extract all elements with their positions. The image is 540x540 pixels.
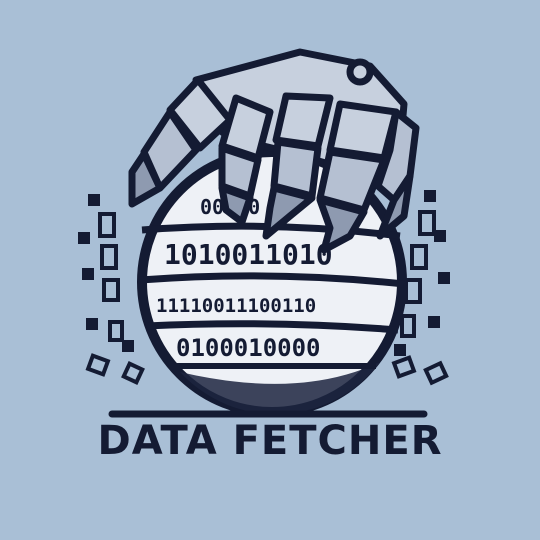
logo: 00100 1010011010 11110011100110 01000100… xyxy=(0,0,540,540)
binary-row: 0100010000 xyxy=(176,334,321,362)
binary-row: 11110011100110 xyxy=(156,295,316,317)
binary-row: 1010011010 xyxy=(164,238,333,271)
data-bits-left-icon xyxy=(78,194,145,385)
brand-title: DATA FETCHER xyxy=(97,418,443,464)
